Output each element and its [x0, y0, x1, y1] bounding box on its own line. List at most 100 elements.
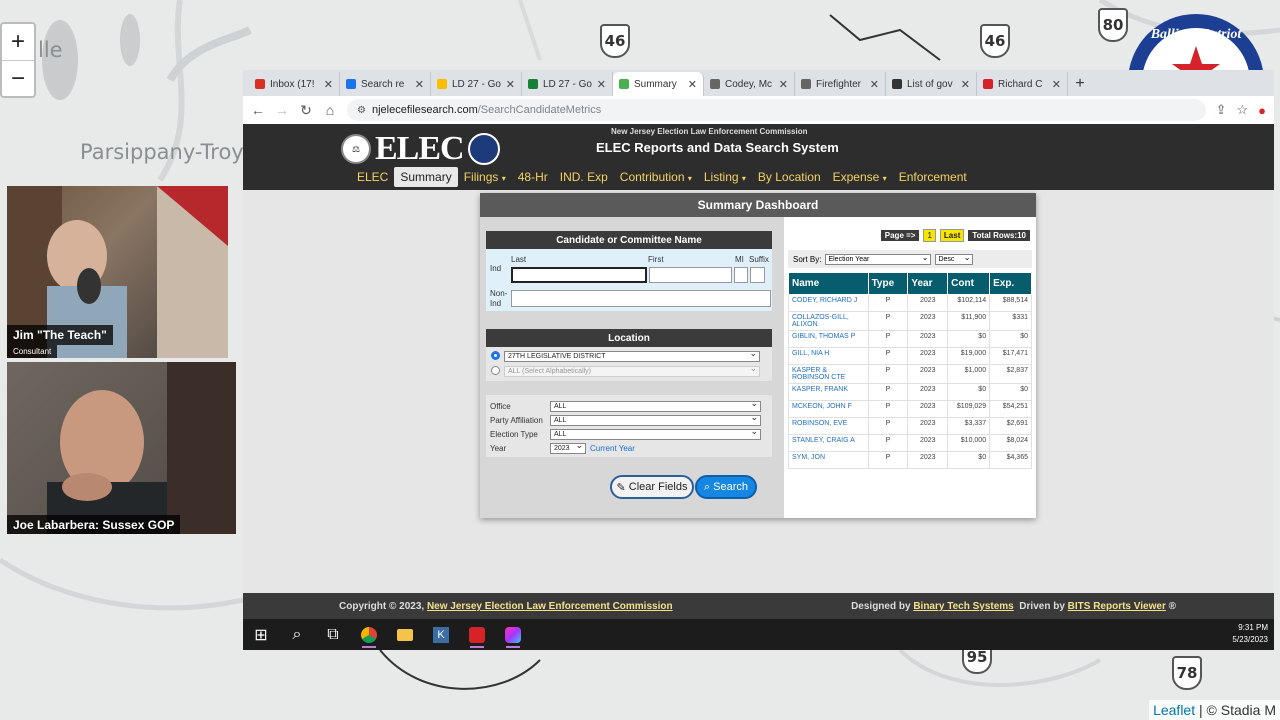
camera-app-icon[interactable]: [495, 619, 531, 650]
browser-tab-active[interactable]: Summary ✕: [613, 72, 704, 96]
close-tab-icon[interactable]: ✕: [415, 78, 424, 91]
sort-dir-select[interactable]: Desc ⌄: [935, 253, 974, 265]
bookmark-star-icon[interactable]: ☆: [1236, 102, 1248, 118]
sort-field-select[interactable]: Election Year ⌄: [825, 253, 932, 265]
new-tab-button[interactable]: +: [1068, 72, 1092, 96]
col-header-year[interactable]: Year: [907, 272, 949, 295]
close-tab-icon[interactable]: ✕: [1052, 78, 1061, 91]
browser-tab[interactable]: LD 27 - Go ✕: [522, 72, 613, 96]
table-row[interactable]: COLLAZOS-GILL, ALIXON P 2023 $11,900 $331: [788, 311, 1032, 331]
election-type-select[interactable]: ALL: [550, 427, 761, 440]
table-row[interactable]: MCKEON, JOHN F P 2023 $109,029 $54,251: [788, 400, 1032, 418]
year-select[interactable]: 2023: [550, 441, 586, 454]
reload-icon[interactable]: ↻: [299, 102, 313, 119]
close-tab-icon[interactable]: ✕: [870, 78, 879, 91]
col-header-name[interactable]: Name: [788, 272, 869, 295]
file-explorer-icon[interactable]: [387, 619, 423, 650]
close-tab-icon[interactable]: ✕: [688, 78, 697, 91]
search-icon[interactable]: ⌕: [279, 619, 315, 650]
cell-name[interactable]: ROBINSON, EVE: [788, 417, 869, 435]
commission-link[interactable]: New Jersey Election Law Enforcement Comm…: [427, 601, 673, 612]
mi-input[interactable]: [734, 267, 748, 283]
nav-expense[interactable]: Expense ▾: [827, 167, 893, 187]
browser-tab[interactable]: Firefighter ✕: [795, 72, 886, 96]
webcam-2-figure: [47, 362, 236, 534]
url-input[interactable]: ⚙ njelecefilesearch.com/SearchCandidateM…: [347, 99, 1206, 121]
windows-start-icon[interactable]: ⊞: [243, 619, 279, 650]
cell-name[interactable]: STANLEY, CRAIG A: [788, 434, 869, 452]
office-select[interactable]: ALL: [550, 399, 761, 412]
col-header-type[interactable]: Type: [867, 272, 909, 295]
cell-name[interactable]: COLLAZOS-GILL, ALIXON: [788, 311, 869, 331]
chrome-icon[interactable]: [351, 619, 387, 650]
col-header-cont[interactable]: Cont: [947, 272, 991, 295]
nav-ind-exp[interactable]: IND. Exp: [554, 167, 614, 187]
nav-elec[interactable]: ELEC: [351, 167, 394, 187]
close-tab-icon[interactable]: ✕: [779, 78, 788, 91]
nav-enforcement[interactable]: Enforcement: [893, 167, 973, 187]
close-tab-icon[interactable]: ✕: [324, 78, 333, 91]
table-row[interactable]: SYM, JON P 2023 $0 $4,365: [788, 451, 1032, 469]
zoom-in-button[interactable]: +: [2, 24, 34, 60]
location-radio-all[interactable]: [491, 366, 500, 375]
table-row[interactable]: GIBLIN, THOMAS P P 2023 $0 $0: [788, 330, 1032, 348]
acrobat-icon[interactable]: [459, 619, 495, 650]
share-icon[interactable]: ⇪: [1216, 102, 1227, 118]
first-name-input[interactable]: [649, 267, 732, 283]
location-radio-selected[interactable]: [491, 351, 500, 360]
party-select[interactable]: ALL: [550, 413, 761, 426]
home-icon[interactable]: ⌂: [323, 102, 337, 118]
cell-name[interactable]: KASPER, FRANK: [788, 383, 869, 401]
cell-name[interactable]: GIBLIN, THOMAS P: [788, 330, 869, 348]
search-button[interactable]: ⌕ Search: [695, 475, 757, 499]
browser-tab[interactable]: Search re ✕: [340, 72, 431, 96]
zoom-out-button[interactable]: −: [2, 60, 34, 96]
cell-name[interactable]: GILL, NIA H: [788, 347, 869, 365]
page-number[interactable]: 1: [923, 229, 936, 242]
non-ind-name-input[interactable]: [511, 290, 771, 307]
suffix-input[interactable]: [750, 267, 765, 283]
system-clock[interactable]: 9:31 PM 5/23/2023: [1232, 622, 1268, 646]
col-header-exp[interactable]: Exp.: [989, 272, 1032, 295]
nav-contribution[interactable]: Contribution ▾: [614, 167, 698, 187]
browser-tab[interactable]: LD 27 - Go ✕: [431, 72, 522, 96]
close-tab-icon[interactable]: ✕: [961, 78, 970, 91]
last-name-input[interactable]: [511, 267, 647, 283]
forward-icon[interactable]: →: [275, 102, 289, 118]
close-tab-icon[interactable]: ✕: [597, 78, 606, 91]
table-row[interactable]: CODEY, RICHARD J P 2023 $102,114 $88,514: [788, 294, 1032, 312]
table-row[interactable]: GILL, NIA H P 2023 $19,000 $17,471: [788, 347, 1032, 365]
current-year-link[interactable]: Current Year: [590, 444, 635, 453]
driven-link[interactable]: BITS Reports Viewer: [1068, 601, 1166, 612]
browser-tab[interactable]: Richard C ✕: [977, 72, 1068, 96]
site-info-icon[interactable]: ⚙: [357, 105, 366, 116]
extension-icon[interactable]: ●: [1258, 103, 1266, 118]
location-select[interactable]: 27TH LEGISLATIVE DISTRICT: [504, 349, 760, 362]
nav-summary[interactable]: Summary: [394, 167, 458, 187]
nav-48hr[interactable]: 48-Hr: [512, 167, 554, 187]
back-icon[interactable]: ←: [251, 102, 265, 118]
nav-listing[interactable]: Listing ▾: [698, 167, 752, 187]
task-view-icon[interactable]: ⧉: [315, 619, 351, 650]
location-alpha-select[interactable]: ALL (Select Alphabetically): [504, 364, 760, 377]
table-row[interactable]: ROBINSON, EVE P 2023 $3,337 $2,691: [788, 417, 1032, 435]
close-tab-icon[interactable]: ✕: [506, 78, 515, 91]
designer-link[interactable]: Binary Tech Systems: [913, 601, 1013, 612]
cell-name[interactable]: KASPER & ROBINSON CTE: [788, 364, 869, 384]
leaflet-link[interactable]: Leaflet: [1153, 702, 1195, 718]
last-page-button[interactable]: Last: [939, 229, 965, 242]
cell-name[interactable]: CODEY, RICHARD J: [788, 294, 869, 312]
cell-name[interactable]: MCKEON, JOHN F: [788, 400, 869, 418]
nav-filings[interactable]: Filings ▾: [458, 167, 512, 187]
clear-fields-button[interactable]: ✎ Clear Fields: [610, 475, 694, 499]
app-k-icon[interactable]: K: [423, 619, 459, 650]
nav-by-location[interactable]: By Location: [752, 167, 827, 187]
table-row[interactable]: STANLEY, CRAIG A P 2023 $10,000 $8,024: [788, 434, 1032, 452]
browser-tab[interactable]: Inbox (17! ✕: [249, 72, 340, 96]
cell-name[interactable]: SYM, JON: [788, 451, 869, 469]
browser-tab[interactable]: List of gov ✕: [886, 72, 977, 96]
table-row[interactable]: KASPER, FRANK P 2023 $0 $0: [788, 383, 1032, 401]
table-row[interactable]: KASPER & ROBINSON CTE P 2023 $1,000 $2,837: [788, 364, 1032, 384]
browser-tab[interactable]: Codey, Mc ✕: [704, 72, 795, 96]
elec-logo[interactable]: ⚖ ELEC: [341, 130, 500, 168]
